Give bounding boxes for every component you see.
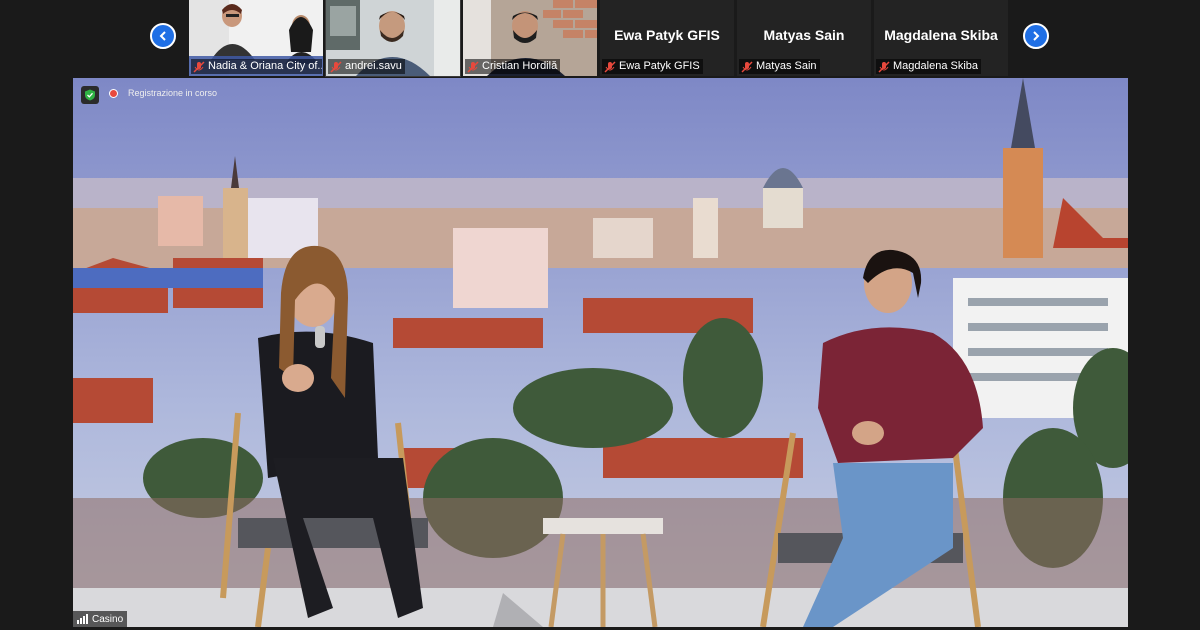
participant-tile[interactable]: Matyas Sain Matyas Sain (737, 0, 871, 76)
participant-tile[interactable]: Nadia & Oriana City of... (189, 0, 323, 76)
participant-display-name: Ewa Patyk GFIS (614, 27, 720, 43)
chevron-left-icon (159, 31, 166, 41)
recording-label: Registrazione in corso (128, 88, 218, 98)
signal-bars-icon (77, 614, 88, 624)
next-page-button[interactable] (1023, 23, 1049, 49)
participant-name-label: Ewa Patyk GFIS (602, 59, 703, 74)
security-badge[interactable] (81, 86, 99, 104)
participant-name-label: Nadia & Oriana City of... (191, 59, 322, 74)
participant-name-label: Matyas Sain (739, 59, 820, 74)
participant-tile[interactable]: Ewa Patyk GFIS Ewa Patyk GFIS (600, 0, 734, 76)
mic-muted-icon (604, 60, 616, 73)
participant-tile[interactable]: Cristian Hordilă (463, 0, 597, 76)
mic-muted-icon (741, 60, 753, 73)
main-video[interactable]: Registrazione in corso (73, 78, 1128, 627)
participant-display-name: Matyas Sain (763, 27, 845, 43)
participant-tile[interactable]: andrei.savu (325, 0, 461, 77)
mic-muted-icon (467, 60, 479, 73)
participant-name-label: Magdalena Skiba (876, 59, 982, 74)
chevron-right-icon (1033, 31, 1040, 41)
active-speaker-label: Casino (73, 611, 128, 627)
shield-icon (85, 89, 95, 101)
participant-strip: Nadia & Oriana City of... andrei.savu Cr… (0, 0, 1200, 78)
speaker-name: Casino (92, 613, 124, 625)
record-icon (109, 88, 118, 98)
mic-muted-icon (193, 60, 205, 73)
participant-display-name: Magdalena Skiba (884, 27, 998, 43)
mic-muted-icon (878, 60, 890, 73)
participant-tile[interactable]: Magdalena Skiba Magdalena Skiba (874, 0, 1008, 76)
recording-indicator[interactable]: Registrazione in corso (109, 88, 217, 98)
stage-scene (73, 78, 1128, 627)
mic-muted-icon (330, 60, 342, 73)
participant-name-label: Cristian Hordilă (465, 59, 561, 74)
participant-name-label: andrei.savu (328, 59, 405, 74)
prev-page-button[interactable] (150, 23, 176, 49)
